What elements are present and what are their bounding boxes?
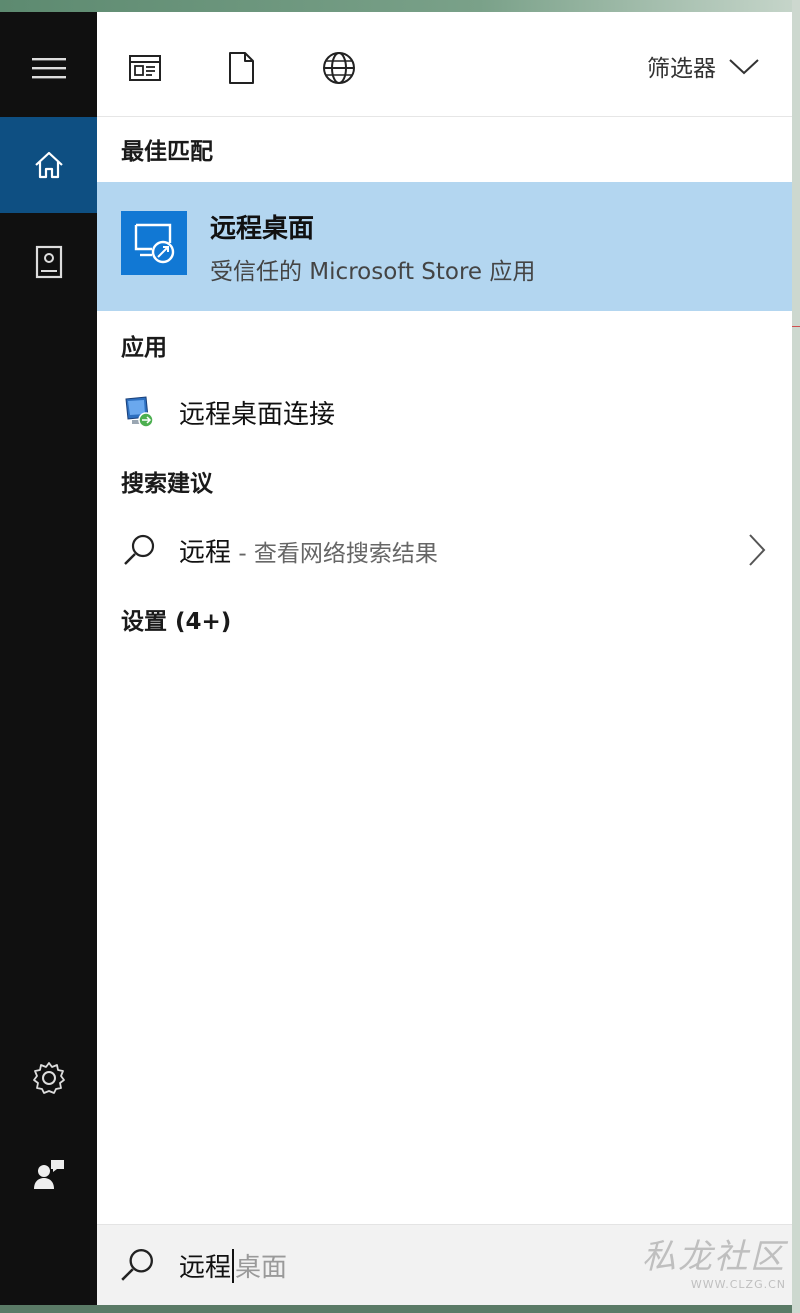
desktop-backdrop-right: [792, 0, 800, 1313]
list-item-label: 远程桌面连接: [179, 399, 336, 430]
apps-scope-button[interactable]: [125, 48, 165, 88]
search-typed-text: 远程: [179, 1253, 232, 1283]
notebook-icon: [35, 245, 62, 279]
web-scope-button[interactable]: [319, 48, 359, 88]
results-panel: 筛选器 最佳匹配 远程桌面 受信任的 Microsoft Store 应用 应用…: [97, 12, 792, 1305]
apps-header: 应用: [121, 335, 167, 361]
suggestion-item-web-search[interactable]: 远程 - 查看网络搜索结果: [97, 520, 792, 580]
documents-scope-button[interactable]: [221, 48, 261, 88]
chevron-down-icon: [729, 59, 759, 75]
suggestion-query: 远程: [179, 537, 232, 568]
gear-icon: [32, 1062, 65, 1094]
start-search-window: 筛选器 最佳匹配 远程桌面 受信任的 Microsoft Store 应用 应用…: [0, 12, 792, 1305]
watermark-url: WWW.CLZG.CN: [690, 1278, 786, 1291]
feedback-user-icon: [33, 1160, 64, 1189]
feedback-button[interactable]: [0, 1126, 97, 1222]
search-icon: [121, 1249, 153, 1281]
filter-dropdown[interactable]: 筛选器: [647, 46, 760, 86]
suggestion-text: 远程 - 查看网络搜索结果: [179, 532, 438, 569]
list-item-remote-desktop-connection[interactable]: 远程桌面连接: [97, 382, 792, 442]
suggestion-hint: - 查看网络搜索结果: [231, 540, 438, 567]
filter-label: 筛选器: [647, 56, 716, 82]
search-icon: [121, 532, 157, 568]
hamburger-icon: [31, 58, 66, 79]
search-autocomplete: 桌面: [235, 1253, 288, 1283]
chevron-right-icon[interactable]: [748, 533, 766, 567]
settings-button[interactable]: [0, 1030, 97, 1126]
best-match-header: 最佳匹配: [121, 139, 213, 165]
best-match-title: 远程桌面: [210, 214, 315, 244]
watermark-logo: 私龙社区 WWW.CLZG.CN: [642, 1229, 786, 1291]
left-rail: [0, 12, 97, 1305]
hamburger-menu-button[interactable]: [0, 20, 97, 116]
home-icon: [34, 151, 63, 179]
watermark-text: 私龙社区: [642, 1237, 786, 1277]
remote-desktop-connection-icon: [121, 394, 157, 430]
notebook-button[interactable]: [0, 214, 97, 310]
home-button[interactable]: [0, 117, 97, 213]
best-match-subtitle: 受信任的 Microsoft Store 应用: [210, 259, 536, 285]
search-suggestions-header: 搜索建议: [121, 471, 213, 497]
text-caret: [232, 1248, 235, 1283]
settings-header[interactable]: 设置 (4+): [121, 602, 231, 636]
documents-scope-icon: [229, 52, 254, 84]
scope-toolbar: 筛选器: [97, 12, 792, 117]
search-input[interactable]: 远程 桌面: [179, 1247, 287, 1284]
remote-desktop-app-tile: [121, 211, 187, 275]
web-scope-icon: [323, 52, 355, 84]
remote-desktop-icon: [134, 223, 175, 264]
best-match-item[interactable]: 远程桌面 受信任的 Microsoft Store 应用: [97, 182, 792, 311]
apps-scope-icon: [129, 55, 161, 81]
